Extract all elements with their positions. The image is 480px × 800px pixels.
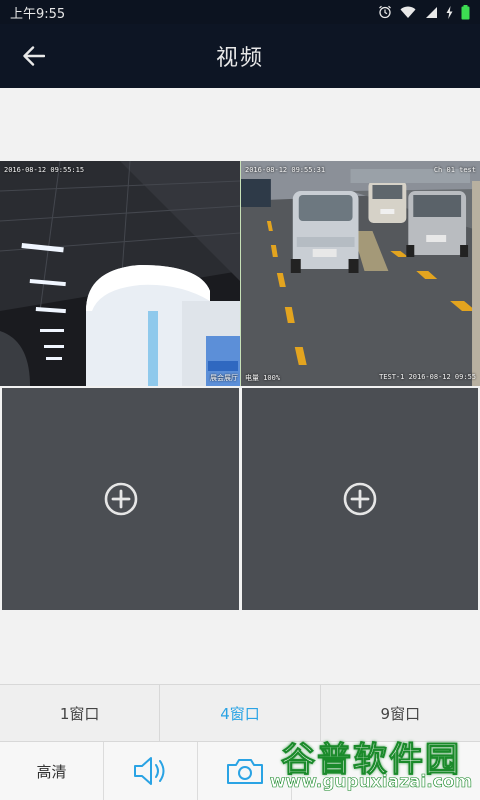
status-icons bbox=[378, 4, 470, 20]
plus-circle-icon bbox=[104, 482, 137, 516]
battery-icon bbox=[461, 4, 470, 19]
page-title: 视频 bbox=[215, 46, 264, 71]
tab-9-window[interactable]: 9窗口 bbox=[321, 685, 480, 741]
signal-icon bbox=[426, 6, 437, 18]
window-layout-tabs: 1窗口 4窗口 9窗口 bbox=[0, 684, 480, 742]
back-button[interactable] bbox=[16, 38, 52, 74]
camera-icon bbox=[226, 759, 263, 784]
video-cell-2-timestamp: 2016-08-12 09:55:31 bbox=[245, 166, 326, 174]
app-bar: 视频 bbox=[0, 24, 480, 88]
video-area: 2016-08-12 09:55:15 展会展厅 2016-08-12 09:5… bbox=[0, 88, 480, 684]
video-grid: 2016-08-12 09:55:15 展会展厅 2016-08-12 09:5… bbox=[0, 161, 480, 610]
video-cell-2-device-time: TEST-1 2016-08-12 09:55 bbox=[379, 373, 476, 381]
bottom-toolbar: 高清 bbox=[0, 742, 480, 800]
tab-1-window[interactable]: 1窗口 bbox=[0, 685, 161, 741]
road-traffic-video-feed bbox=[241, 161, 480, 386]
video-cell-1-caption: 展会展厅 bbox=[210, 374, 238, 382]
video-cell-3-add[interactable] bbox=[2, 388, 239, 610]
quality-button[interactable]: 高清 bbox=[0, 742, 104, 800]
wifi-icon bbox=[400, 6, 416, 18]
video-cell-1-timestamp: 2016-08-12 09:55:15 bbox=[4, 166, 85, 174]
video-cell-2-battery: 电量 100% bbox=[245, 374, 281, 382]
video-cell-2[interactable]: 2016-08-12 09:55:31 Ch 01 test 电量 100% T… bbox=[240, 161, 480, 386]
speaker-icon bbox=[133, 757, 164, 785]
alarm-icon bbox=[379, 5, 391, 19]
toolbar-extra-button[interactable] bbox=[292, 742, 480, 800]
charging-icon bbox=[446, 5, 453, 19]
audio-button[interactable] bbox=[104, 742, 198, 800]
exhibition-hall-video-feed bbox=[0, 161, 240, 386]
tab-4-window[interactable]: 4窗口 bbox=[160, 685, 321, 741]
status-bar: 上午9:55 bbox=[0, 0, 480, 24]
snapshot-button[interactable] bbox=[198, 742, 292, 800]
video-cell-2-channel: Ch 01 test bbox=[433, 166, 476, 174]
arrow-left-icon bbox=[23, 46, 45, 66]
status-time: 上午9:55 bbox=[10, 6, 66, 22]
plus-circle-icon bbox=[343, 482, 377, 516]
video-cell-1[interactable]: 2016-08-12 09:55:15 展会展厅 bbox=[0, 161, 240, 386]
video-cell-4-add[interactable] bbox=[242, 388, 478, 610]
